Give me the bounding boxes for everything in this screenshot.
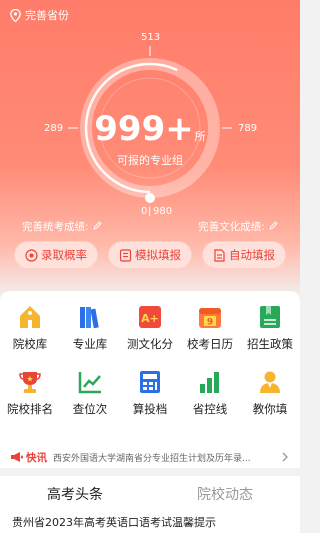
news-text: 西安外国语大学湖南省分专业招生计划及历年录... [53, 453, 251, 464]
content-tabs: 高考头条 院校动态 [0, 476, 300, 512]
grid-item-school-library[interactable]: 院校库 [0, 303, 60, 352]
action-buttons: 录取概率 模拟填报 自动填报 [14, 241, 286, 269]
hero-banner: 完善省份 513 289 789 0 | 980 999+所 可报的专业组 完善… [0, 0, 300, 300]
policy-icon [260, 306, 280, 328]
edit-icon [269, 221, 278, 230]
auto-fill-label: 自动填报 [229, 248, 275, 262]
school-icon [20, 306, 40, 328]
grid-item-exam-calendar[interactable]: 9 校考日历 [180, 303, 240, 352]
edit-icon [93, 221, 102, 230]
grid-label: 招生政策 [247, 337, 293, 351]
tick-bottom-right: 980 [153, 206, 173, 217]
culture-score-link[interactable]: 完善文化成绩: [198, 219, 278, 234]
tick-divider: | [148, 206, 152, 217]
target-icon [25, 248, 38, 262]
trophy-icon: ★ [19, 372, 41, 393]
grid-label: 算投档 [132, 402, 168, 416]
grid-label: 省控线 [192, 402, 228, 416]
chevron-right-icon [282, 452, 288, 462]
document-icon [214, 248, 225, 262]
admission-probability-button[interactable]: 录取概率 [14, 241, 98, 269]
grid-item-calc-filing[interactable]: 算投档 [120, 368, 180, 417]
feature-grid: 院校库 专业库 A+ 测文化分 9 校考日历 招生政策 ★ 院校排名 查位次 算… [0, 303, 300, 417]
mock-fill-label: 模拟填报 [135, 248, 181, 262]
calendar-icon: 9 [199, 308, 221, 328]
grid-item-culture-score[interactable]: A+ 测文化分 [120, 303, 180, 352]
grid-item-school-ranking[interactable]: ★ 院校排名 [0, 368, 60, 417]
tick-top: 513 [141, 32, 161, 43]
grid-label: 院校库 [12, 337, 48, 351]
dial-handle [145, 193, 155, 203]
unified-score-label: 完善统考成绩: [22, 221, 89, 233]
dial-caption: 可报的专业组 [117, 154, 183, 167]
grid-label: 教你填 [252, 402, 288, 416]
grid-item-check-rank[interactable]: 查位次 [60, 368, 120, 417]
tab-school-news[interactable]: 院校动态 [150, 476, 300, 512]
news-tag: 快讯 [26, 451, 47, 464]
grid-item-admission-policy[interactable]: 招生政策 [240, 303, 300, 352]
news-ticker[interactable]: 快讯 西安外国语大学湖南省分专业招生计划及历年录... [0, 446, 300, 468]
dial-unit: 所 [194, 130, 206, 143]
grid-label: 院校排名 [7, 402, 53, 416]
headline-item[interactable]: 贵州省2023年高考英语口语考试温馨提示 [0, 512, 300, 533]
grade-icon: A+ [139, 306, 161, 328]
svg-text:★: ★ [26, 375, 33, 384]
grid-item-control-line[interactable]: 省控线 [180, 368, 240, 417]
grid-label: 校考日历 [187, 337, 233, 351]
grid-label: 查位次 [72, 402, 108, 416]
grid-label: 测文化分 [127, 337, 173, 351]
calculator-icon [140, 371, 160, 393]
dial-number: 999+ [94, 109, 194, 149]
bar-chart-icon [200, 372, 219, 393]
unified-score-link[interactable]: 完善统考成绩: [22, 219, 102, 234]
grid-item-major-library[interactable]: 专业库 [60, 303, 120, 352]
svg-text:A+: A+ [141, 312, 159, 325]
megaphone-icon [11, 452, 23, 462]
culture-score-label: 完善文化成绩: [198, 221, 265, 233]
grid-label: 专业库 [72, 337, 108, 351]
teacher-icon [260, 371, 280, 393]
svg-text:9: 9 [207, 318, 213, 328]
auto-fill-button[interactable]: 自动填报 [202, 241, 286, 269]
feature-grid-card: 院校库 专业库 A+ 测文化分 9 校考日历 招生政策 ★ 院校排名 查位次 算… [0, 291, 300, 446]
tick-bottom-left: 0 [141, 206, 148, 217]
tab-headlines[interactable]: 高考头条 [0, 476, 150, 512]
mock-fill-button[interactable]: 模拟填报 [108, 241, 192, 269]
books-icon [80, 307, 99, 329]
form-icon [119, 248, 132, 262]
admission-probability-label: 录取概率 [41, 248, 87, 262]
dial-value: 999+所 [0, 110, 300, 156]
trend-icon [78, 372, 101, 394]
grid-item-teach-fill[interactable]: 教你填 [240, 368, 300, 417]
